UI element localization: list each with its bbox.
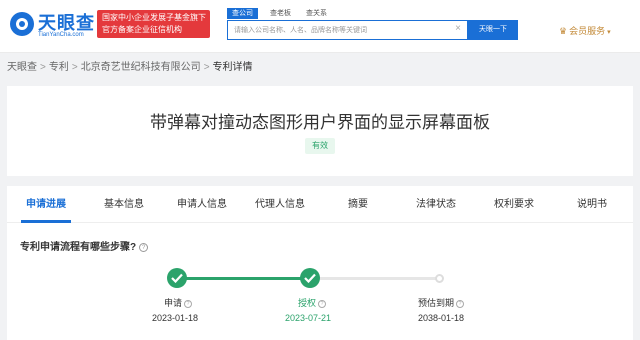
official-badge[interactable]: 国家中小企业发展子基金旗下 官方备案企业征信机构: [97, 10, 210, 38]
tab-progress[interactable]: 申请进展: [7, 186, 85, 223]
step-expiry-date: 2038-01-18: [418, 313, 465, 323]
breadcrumb-company[interactable]: 北京奇艺世纪科技有限公司: [81, 62, 201, 73]
breadcrumb-separator: >: [40, 62, 46, 73]
question-circle-icon[interactable]: ?: [139, 243, 149, 252]
crown-icon: ♛: [559, 26, 568, 36]
breadcrumb-patent[interactable]: 专利: [49, 62, 69, 73]
progress-line-pending: [310, 277, 440, 280]
member-service-label: 会员服务: [569, 26, 606, 36]
page-title: 带弹幕对撞动态图形用户界面的显示屏幕面板: [150, 113, 490, 132]
step-grant-label: 授权?: [298, 296, 327, 309]
tab-legal-status[interactable]: 法律状态: [397, 186, 475, 223]
tab-claims[interactable]: 权利要求: [475, 186, 553, 223]
step-expiry-label: 预估到期?: [418, 296, 465, 309]
close-icon[interactable]: ×: [455, 23, 461, 34]
badge-line-2: 官方备案企业征信机构: [102, 25, 182, 34]
tab-agent-info[interactable]: 代理人信息: [241, 186, 319, 223]
chevron-down-icon: ▾: [607, 29, 611, 36]
step-application-label: 申请?: [164, 296, 193, 309]
progress-line-completed: [177, 277, 310, 280]
breadcrumb-current: 专利详情: [212, 62, 253, 73]
member-service-menu[interactable]: ♛ 会员服务 ▾: [559, 24, 611, 37]
badge-line-1: 国家中小企业发展子基金旗下: [102, 13, 206, 22]
search-input[interactable]: [228, 21, 453, 39]
question-circle-icon[interactable]: ?: [318, 300, 327, 308]
search-tab-relation[interactable]: 查关系: [306, 8, 327, 19]
detail-panel: 申请进展 基本信息 申请人信息 代理人信息 摘要 法律状态 权利要求 说明书 专…: [7, 186, 633, 340]
search-tab-company[interactable]: 查公司: [227, 8, 258, 19]
step-application-date: 2023-01-18: [152, 313, 199, 323]
breadcrumb: 天眼查 > 专利 > 北京奇艺世纪科技有限公司 > 专利详情: [7, 61, 253, 75]
check-icon: [171, 273, 183, 283]
logo-icon[interactable]: [9, 11, 35, 37]
active-tab-indicator: [21, 220, 71, 223]
status-badge: 有效: [305, 138, 335, 154]
breadcrumb-separator: >: [71, 62, 78, 73]
process-question: 专利申请流程有哪些步骤??: [20, 238, 149, 253]
breadcrumb-separator: >: [203, 62, 210, 73]
tab-description[interactable]: 说明书: [553, 186, 631, 223]
step-expiry-text: 预估到期: [418, 298, 455, 308]
check-icon: [304, 273, 316, 283]
tab-basic-info[interactable]: 基本信息: [85, 186, 163, 223]
search-button[interactable]: 天眼一下: [468, 20, 518, 40]
step-application-text: 申请: [164, 298, 183, 308]
patent-progress-timeline: 申请? 2023-01-18 授权? 2023-07-21 预估到期? 2038…: [7, 266, 633, 340]
detail-tabs: 申请进展 基本信息 申请人信息 代理人信息 摘要 法律状态 权利要求 说明书: [7, 186, 633, 223]
step-expiry-node: [435, 274, 444, 283]
breadcrumb-home[interactable]: 天眼查: [7, 62, 37, 73]
question-circle-icon[interactable]: ?: [456, 300, 465, 308]
top-header: 天眼查 TianYanCha.com 国家中小企业发展子基金旗下 官方备案企业征…: [0, 0, 640, 53]
step-application-node: [167, 268, 187, 288]
question-circle-icon[interactable]: ?: [184, 300, 193, 308]
process-question-text: 专利申请流程有哪些步骤?: [20, 242, 137, 253]
search-box: ×: [227, 20, 468, 40]
logo-domain: TianYanCha.com: [38, 32, 84, 38]
step-grant-date: 2023-07-21: [285, 313, 332, 323]
search-tab-boss[interactable]: 查老板: [270, 8, 291, 19]
step-grant-node: [300, 268, 320, 288]
patent-title-card: 带弹幕对撞动态图形用户界面的显示屏幕面板 有效: [7, 86, 633, 176]
step-grant-text: 授权: [298, 298, 317, 308]
tab-applicant-info[interactable]: 申请人信息: [163, 186, 241, 223]
tab-abstract[interactable]: 摘要: [319, 186, 397, 223]
